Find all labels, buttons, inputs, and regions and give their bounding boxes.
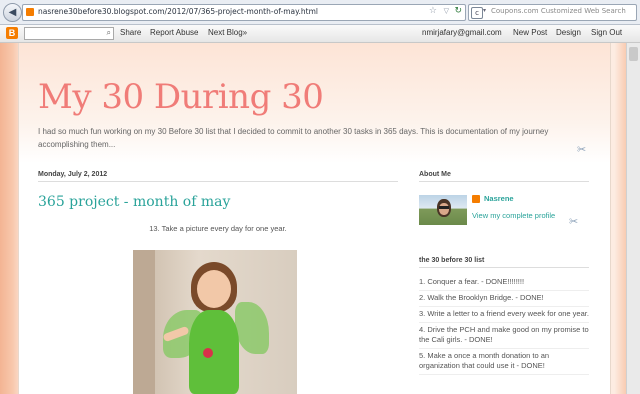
new-post-link[interactable]: New Post bbox=[513, 28, 547, 37]
blogger-navbar: B ⌕ Share Report Abuse Next Blog» nmirja… bbox=[0, 25, 640, 43]
list-item: 3. Write a letter to a friend every week… bbox=[419, 307, 589, 323]
photo-dress bbox=[189, 310, 239, 394]
blog-search-input[interactable]: ⌕ bbox=[24, 27, 114, 40]
search-engine-dropdown-icon[interactable]: ▾ bbox=[483, 7, 486, 14]
blog-description: I had so much fun working on my 30 Befor… bbox=[38, 127, 549, 149]
design-link[interactable]: Design bbox=[556, 28, 581, 37]
blog-title[interactable]: My 30 During 30 bbox=[38, 77, 324, 117]
sign-out-link[interactable]: Sign Out bbox=[591, 28, 622, 37]
back-arrow-icon: ◀ bbox=[8, 7, 17, 18]
site-favicon-icon bbox=[26, 8, 34, 16]
next-blog-link[interactable]: Next Blog» bbox=[208, 28, 247, 37]
edit-profile-wrench-icon[interactable]: ✂ bbox=[569, 215, 578, 228]
photo-door bbox=[133, 250, 155, 394]
report-abuse-link[interactable]: Report Abuse bbox=[150, 28, 198, 37]
avatar-face bbox=[439, 203, 449, 215]
user-email: nmirjafary@gmail.com bbox=[422, 28, 502, 37]
post-photo[interactable] bbox=[133, 250, 297, 394]
search-engine-icon[interactable]: c bbox=[471, 7, 483, 19]
blog-content: My 30 During 30 I had so much fun workin… bbox=[18, 43, 611, 394]
page-scrollbar[interactable] bbox=[626, 43, 640, 394]
back-button[interactable]: ◀ bbox=[3, 3, 22, 22]
blogger-profile-icon bbox=[472, 195, 480, 203]
profile-name[interactable]: Nasrene bbox=[484, 194, 514, 203]
blogger-logo-icon[interactable]: B bbox=[6, 27, 18, 39]
list-item: 1. Conquer a fear. - DONE!!!!!!!! bbox=[419, 275, 589, 291]
search-icon[interactable]: ⌕ bbox=[107, 28, 111, 38]
post-date: Monday, July 2, 2012 bbox=[38, 171, 398, 182]
bookmark-star-icon[interactable]: ☆ bbox=[429, 6, 437, 16]
view-profile-link[interactable]: View my complete profile bbox=[472, 211, 555, 220]
scrollbar-thumb[interactable] bbox=[629, 47, 638, 61]
share-link[interactable]: Share bbox=[120, 28, 141, 37]
edit-header-wrench-icon[interactable]: ✂ bbox=[577, 143, 586, 156]
list-item: 2. Walk the Brooklyn Bridge. - DONE! bbox=[419, 291, 589, 307]
photo-flower bbox=[203, 348, 213, 358]
photo-wing-right bbox=[235, 302, 269, 354]
browser-toolbar: ◀ nasrene30before30.blogspot.com/2012/07… bbox=[0, 0, 640, 25]
address-url[interactable]: nasrene30before30.blogspot.com/2012/07/3… bbox=[38, 7, 318, 16]
address-bar[interactable]: nasrene30before30.blogspot.com/2012/07/3… bbox=[22, 4, 466, 21]
list-item: 4. Drive the PCH and make good on my pro… bbox=[419, 323, 589, 349]
search-placeholder[interactable]: Coupons.com Customized Web Search bbox=[491, 7, 631, 15]
goal-list: 1. Conquer a fear. - DONE!!!!!!!! 2. Wal… bbox=[419, 275, 589, 375]
about-me-title: About Me bbox=[419, 171, 589, 182]
post-body-text: 13. Take a picture every day for one yea… bbox=[149, 224, 287, 233]
post-title[interactable]: 365 project - month of may bbox=[38, 194, 230, 210]
page-background: My 30 During 30 I had so much fun workin… bbox=[0, 43, 640, 394]
history-dropdown-icon[interactable]: ▽ bbox=[444, 7, 449, 15]
photo-face bbox=[197, 270, 231, 308]
avatar-sunglasses bbox=[439, 206, 449, 209]
list-title: the 30 before 30 list bbox=[419, 257, 589, 268]
search-box[interactable]: c ▾ Coupons.com Customized Web Search bbox=[468, 4, 637, 21]
list-item: 5. Make a once a month donation to an or… bbox=[419, 349, 589, 375]
avatar[interactable] bbox=[419, 195, 467, 225]
reload-icon[interactable]: ↻ bbox=[454, 6, 462, 16]
